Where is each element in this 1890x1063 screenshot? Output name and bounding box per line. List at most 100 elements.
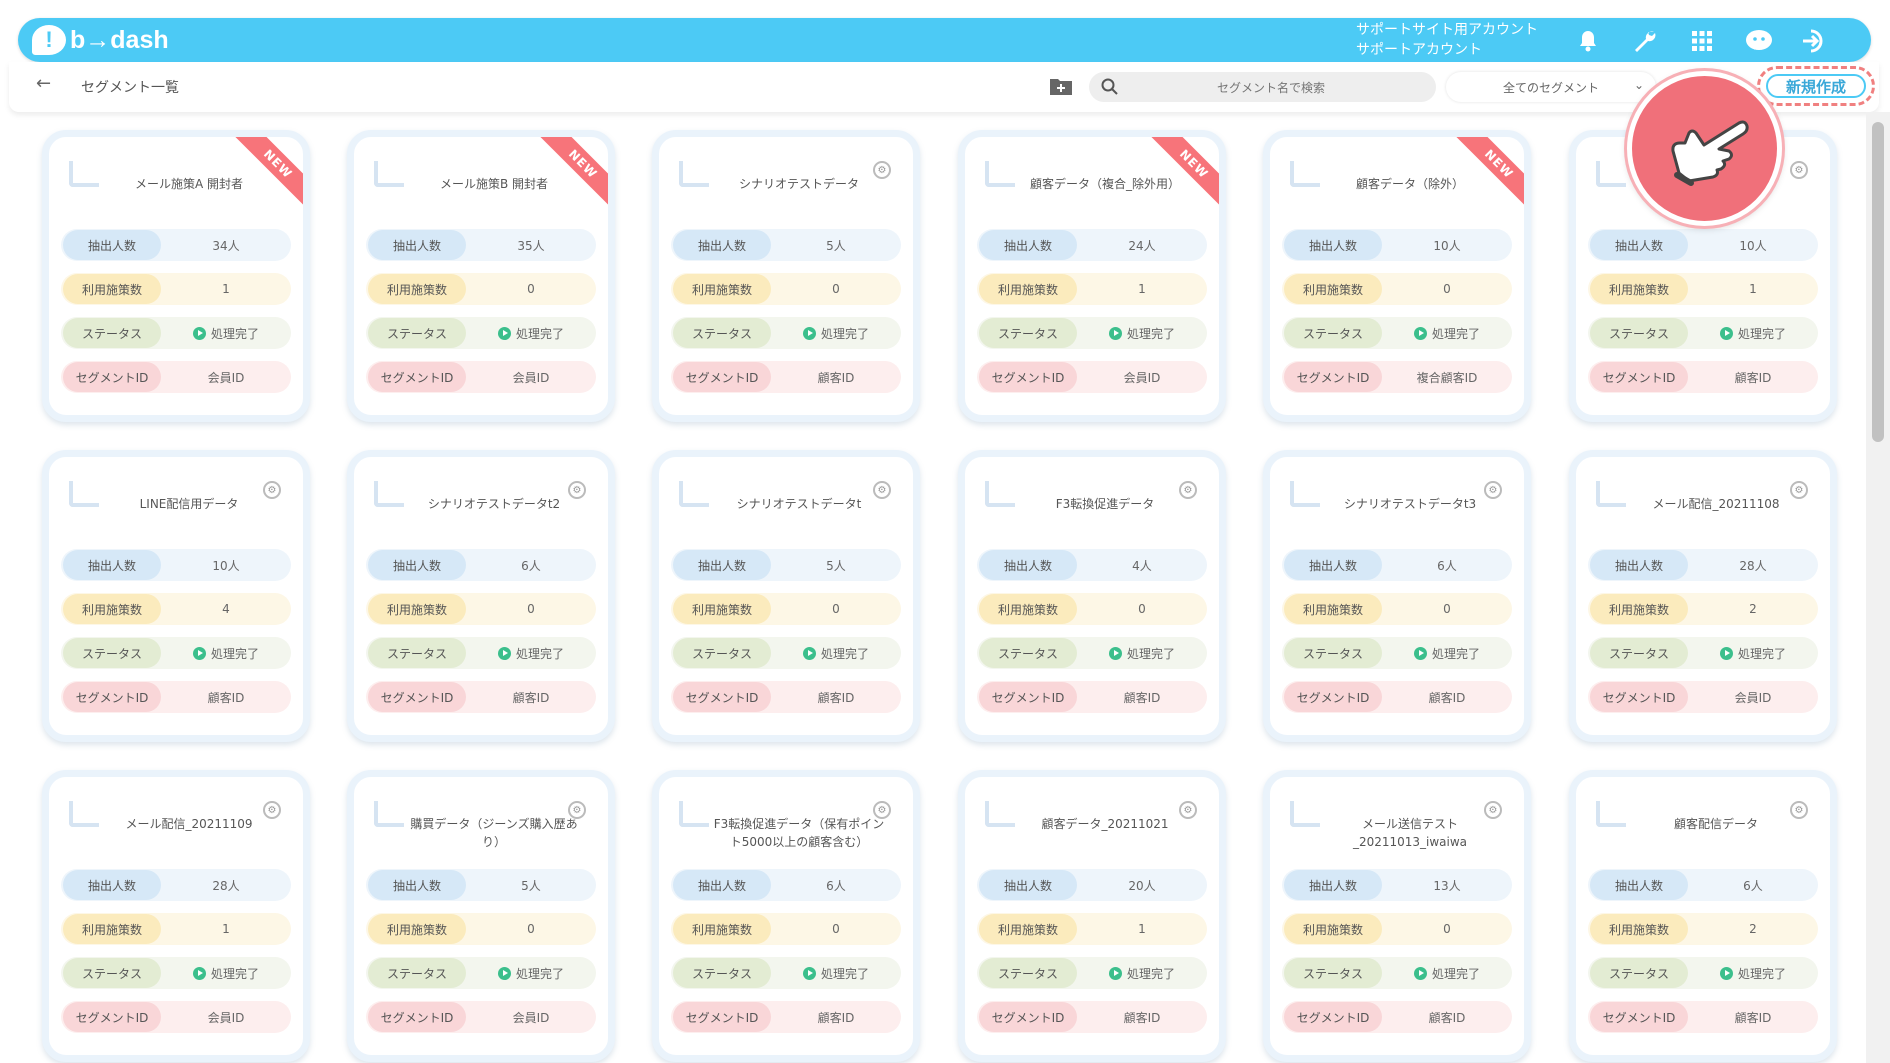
segment-id-row: セグメントID 会員ID <box>61 361 291 393</box>
segment-settings-icon[interactable]: ⚙ <box>1484 801 1502 819</box>
card-corner-decoration <box>679 161 709 187</box>
logo[interactable]: ! b→dash <box>32 23 169 57</box>
card-corner-decoration <box>1290 481 1320 507</box>
status-complete-icon <box>1719 646 1733 660</box>
segment-card[interactable]: シナリオテストデータt3 ⚙ 抽出人数 6人 利用施策数 0 ステータス 処理完了 セグメントI… <box>1263 450 1531 742</box>
status-value-wrap: 処理完了 <box>161 325 291 342</box>
filter-selected-value: 全てのセグメント <box>1502 80 1599 95</box>
account-info[interactable]: サポートサイト用アカウント サポートアカウント <box>1356 20 1538 60</box>
status-row: ステータス 処理完了 <box>1282 957 1512 989</box>
uses-row: 利用施策数 1 <box>977 913 1207 945</box>
segment-settings-icon[interactable]: ⚙ <box>873 481 891 499</box>
segment-id-row: セグメントID 顧客ID <box>671 361 901 393</box>
segment-settings-icon[interactable]: ⚙ <box>568 801 586 819</box>
card-corner-decoration <box>1596 161 1626 187</box>
segment-settings-icon[interactable]: ⚙ <box>1179 801 1197 819</box>
segment-settings-icon[interactable]: ⚙ <box>568 481 586 499</box>
top-header: ! b→dash サポートサイト用アカウント サポートアカウント <box>18 18 1871 62</box>
status-value: 処理完了 <box>820 646 869 661</box>
uses-row: 利用施策数 0 <box>671 913 901 945</box>
uses-value: 0 <box>527 922 535 936</box>
uses-label: 利用施策数 <box>673 274 771 304</box>
segment-card[interactable]: メール配信_20211109 ⚙ 抽出人数 28人 利用施策数 1 ステータス 処理完了 セグメ… <box>42 770 310 1062</box>
segment-settings-icon[interactable]: ⚙ <box>263 801 281 819</box>
status-label: ステータス <box>979 638 1077 668</box>
segment-filter-select[interactable]: 全てのセグメント ⌄ <box>1446 72 1656 102</box>
logout-icon[interactable] <box>1799 24 1833 58</box>
vertical-scrollbar[interactable] <box>1866 112 1890 1063</box>
segment-card[interactable]: メール施策A 開封者 NEW 抽出人数 34人 利用施策数 1 ステータス 処理完了 セグメント… <box>42 130 310 422</box>
segment-card[interactable]: メール施策B 開封者 NEW 抽出人数 35人 利用施策数 0 ステータス 処理完了 セグメント… <box>347 130 615 422</box>
segment-card[interactable]: シナリオテストデータ ⚙ 抽出人数 5人 利用施策数 0 ステータス 処理完了 セグメントID 顧… <box>652 130 920 422</box>
segment-card[interactable]: 顧客データ_20211021 ⚙ 抽出人数 20人 利用施策数 1 ステータス 処理完了 セグメ… <box>958 770 1226 1062</box>
uses-value: 1 <box>1138 922 1146 936</box>
segment-settings-icon[interactable]: ⚙ <box>1790 801 1808 819</box>
status-complete-icon <box>1413 326 1427 340</box>
segment-id-row: セグメントID 顧客ID <box>61 681 291 713</box>
count-label: 抽出人数 <box>1590 550 1688 580</box>
back-arrow-icon[interactable]: ← <box>36 73 51 94</box>
segment-settings-icon[interactable]: ⚙ <box>263 481 281 499</box>
segment-name: シナリオテストデータt3 <box>1343 497 1477 511</box>
status-row: ステータス 処理完了 <box>1588 317 1818 349</box>
segment-card[interactable]: 購買データ（ジーンズ購入歴あり） ⚙ 抽出人数 5人 利用施策数 0 ステータス 処理完了 セグ… <box>347 770 615 1062</box>
uses-label: 利用施策数 <box>368 274 466 304</box>
segment-id-value: 顧客ID <box>1734 1010 1772 1025</box>
segment-settings-icon[interactable]: ⚙ <box>1179 481 1197 499</box>
uses-row: 利用施策数 0 <box>977 593 1207 625</box>
segment-card[interactable]: F3転換促進データ（保有ポイント5000以上の顧客含む） ⚙ 抽出人数 6人 利用施策数… <box>652 770 920 1062</box>
search-input[interactable] <box>1129 77 1413 99</box>
segment-card[interactable]: シナリオテストデータt ⚙ 抽出人数 5人 利用施策数 0 ステータス 処理完了 セグメントID… <box>652 450 920 742</box>
segment-card[interactable]: LINE配信用データ ⚙ 抽出人数 10人 利用施策数 4 ステータス 処理完了 セグメントID… <box>42 450 310 742</box>
segment-card[interactable]: シナリオテストデータt2 ⚙ 抽出人数 6人 利用施策数 0 ステータス 処理完了 セグメントI… <box>347 450 615 742</box>
count-row: 抽出人数 10人 <box>61 549 291 581</box>
create-new-button[interactable]: 新規作成 <box>1766 74 1866 98</box>
segment-id-value: 顧客ID <box>817 370 855 385</box>
add-folder-icon[interactable] <box>1049 76 1073 100</box>
wrench-icon[interactable] <box>1628 24 1662 58</box>
segment-card[interactable]: 顧客データ（複合_除外用） NEW 抽出人数 24人 利用施策数 1 ステータス 処理完了 セグ… <box>958 130 1226 422</box>
uses-row: 利用施策数 2 <box>1588 913 1818 945</box>
count-value: 4人 <box>1132 558 1152 573</box>
segment-card[interactable]: 顧客データ（除外） NEW 抽出人数 10人 利用施策数 0 ステータス 処理完了 セグメントI… <box>1263 130 1531 422</box>
count-value: 10人 <box>1433 238 1461 253</box>
status-value: 処理完了 <box>210 326 259 341</box>
segment-settings-icon[interactable]: ⚙ <box>1790 481 1808 499</box>
status-complete-icon <box>1108 326 1122 340</box>
apps-grid-icon[interactable] <box>1685 24 1719 58</box>
status-value: 処理完了 <box>515 326 564 341</box>
status-row: ステータス 処理完了 <box>366 637 596 669</box>
status-row: ステータス 処理完了 <box>1282 317 1512 349</box>
scrollbar-thumb[interactable] <box>1872 122 1884 442</box>
segment-card[interactable]: F3転換促進データ ⚙ 抽出人数 4人 利用施策数 0 ステータス 処理完了 セグメントID 顧客… <box>958 450 1226 742</box>
segment-id-value: 会員ID <box>207 1010 245 1025</box>
segment-card[interactable]: メール配信_20211108 ⚙ 抽出人数 28人 利用施策数 2 ステータス 処理完了 セグメ… <box>1569 450 1837 742</box>
count-value: 6人 <box>826 878 846 893</box>
new-button-highlight: 新規作成 <box>1757 66 1875 106</box>
status-label: ステータス <box>1284 638 1382 668</box>
segment-card[interactable]: 顧客配信データ ⚙ 抽出人数 6人 利用施策数 2 ステータス 処理完了 セグメントID 顧客ID <box>1569 770 1837 1062</box>
status-value-wrap: 処理完了 <box>1688 965 1818 982</box>
status-row: ステータス 処理完了 <box>977 317 1207 349</box>
support-chat-icon[interactable] <box>1742 24 1776 58</box>
status-row: ステータス 処理完了 <box>977 637 1207 669</box>
segment-id-row: セグメントID 会員ID <box>366 361 596 393</box>
segment-id-value: 顧客ID <box>1428 1010 1466 1025</box>
segment-id-label: セグメントID <box>979 1002 1077 1032</box>
new-ribbon: NEW <box>536 137 608 211</box>
segment-id-label: セグメントID <box>1590 1002 1688 1032</box>
count-value: 6人 <box>1437 558 1457 573</box>
status-row: ステータス 処理完了 <box>671 317 901 349</box>
status-value: 処理完了 <box>820 326 869 341</box>
segment-settings-icon[interactable]: ⚙ <box>1790 161 1808 179</box>
segment-card[interactable]: メール送信テスト_20211013_iwaiwa ⚙ 抽出人数 13人 利用施策数 0 ステ… <box>1263 770 1531 1062</box>
segment-settings-icon[interactable]: ⚙ <box>873 801 891 819</box>
segment-settings-icon[interactable]: ⚙ <box>873 161 891 179</box>
segment-settings-icon[interactable]: ⚙ <box>1484 481 1502 499</box>
bell-icon[interactable] <box>1571 24 1605 58</box>
count-row: 抽出人数 13人 <box>1282 869 1512 901</box>
uses-value: 0 <box>1443 282 1451 296</box>
count-row: 抽出人数 34人 <box>61 229 291 261</box>
status-value-wrap: 処理完了 <box>1077 325 1207 342</box>
count-value: 34人 <box>212 238 240 253</box>
